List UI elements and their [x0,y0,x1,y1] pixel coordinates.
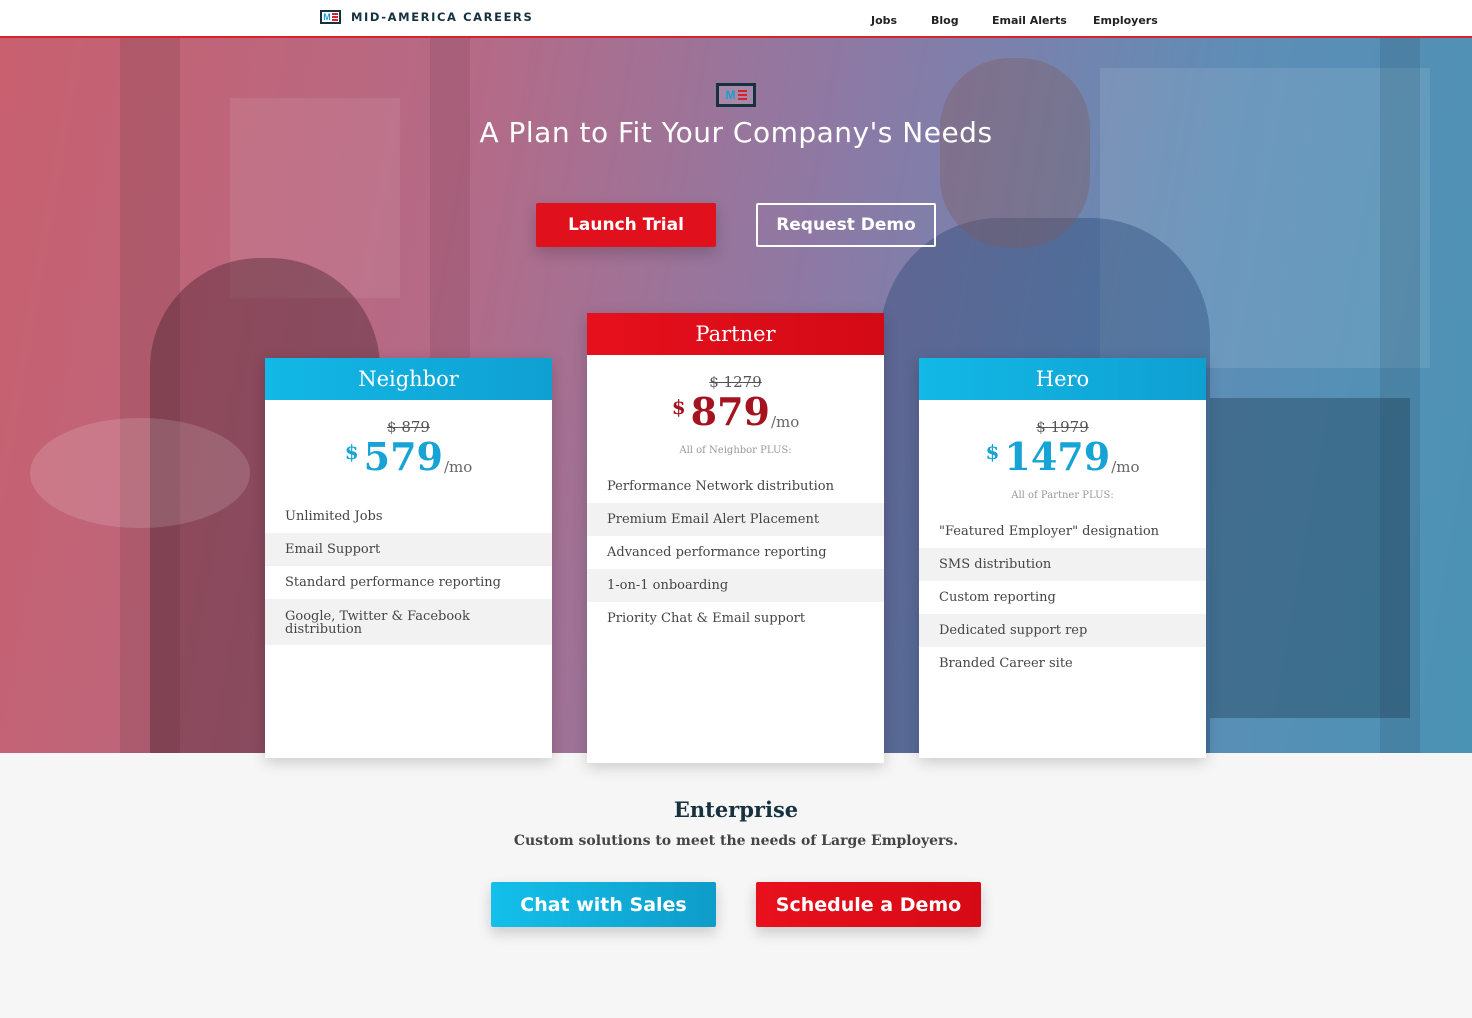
feature-item: Premium Email Alert Placement [587,503,884,536]
feature-item: Advanced performance reporting [607,545,827,560]
plan-currency: $ [344,440,359,464]
plan-period: /mo [443,458,473,476]
feature-item: 1-on-1 onboarding [587,569,884,602]
top-navbar: M MID-AMERICA CAREERS Jobs Blog Email Al… [0,0,1472,38]
feature-item: Performance Network distribution [607,479,834,494]
plan-name: Partner [587,313,884,355]
enterprise-subtitle: Custom solutions to meet the needs of La… [513,833,959,849]
plan-price: $ 1479 /mo [919,436,1206,478]
nav-link-jobs[interactable]: Jobs [871,14,897,27]
brand-name: MID-AMERICA CAREERS [351,10,534,24]
feature-item: Custom reporting [939,590,1056,605]
nav-link-blog[interactable]: Blog [931,14,959,27]
feature-item: Unlimited Jobs [285,509,383,524]
plan-price: $ 579 /mo [265,436,552,478]
plan-period: /mo [1111,458,1140,476]
plan-name: Hero [919,358,1206,400]
plan-feature-list: "Featured Employer" designation SMS dist… [919,515,1206,680]
brand-logo-link[interactable]: M MID-AMERICA CAREERS [320,10,533,24]
request-demo-button[interactable]: Request Demo [756,203,936,247]
feature-item: Branded Career site [939,656,1073,671]
feature-item: Priority Chat & Email support [607,611,806,626]
plan-amount: 1479 [1004,434,1111,479]
plan-plus-note: All of Neighbor PLUS: [679,445,792,456]
plan-card-neighbor: Neighbor $ 879 $ 579 /mo Unlimited Jobs … [265,358,552,758]
feature-item: Email Support [265,533,552,566]
feature-item: Standard performance reporting [285,575,501,590]
hero-logo-icon: M [716,83,756,107]
enterprise-title: Enterprise [673,797,799,822]
plan-plus-note: All of Partner PLUS: [1011,490,1114,501]
plan-currency: $ [985,440,1000,464]
nav-link-employers[interactable]: Employers [1093,14,1158,27]
plan-price: $ 879 /mo [587,391,884,433]
plan-period: /mo [770,413,800,431]
plan-card-hero: Hero $ 1979 $ 1479 /mo All of Partner PL… [919,358,1206,758]
plan-currency: $ [671,395,686,419]
feature-item: "Featured Employer" designation [939,524,1160,539]
schedule-demo-button[interactable]: Schedule a Demo [756,882,981,927]
feature-item: Dedicated support rep [919,614,1206,647]
plan-name: Neighbor [265,358,552,400]
nav-link-email-alerts[interactable]: Email Alerts [992,14,1067,27]
plan-card-partner: Partner $ 1279 $ 879 /mo All of Neighbor… [587,313,884,763]
feature-item: Google, Twitter & Facebook distribution [265,599,552,645]
plan-feature-list: Performance Network distribution Premium… [587,470,884,635]
plan-feature-list: Unlimited Jobs Email Support Standard pe… [265,500,552,645]
hero-title: A Plan to Fit Your Company's Needs [479,116,993,149]
launch-trial-button[interactable]: Launch Trial [536,203,716,247]
plan-amount: 879 [690,389,770,434]
chat-with-sales-button[interactable]: Chat with Sales [491,882,716,927]
brand-logo-icon: M [320,10,341,24]
plan-amount: 579 [363,434,443,479]
feature-item: SMS distribution [919,548,1206,581]
